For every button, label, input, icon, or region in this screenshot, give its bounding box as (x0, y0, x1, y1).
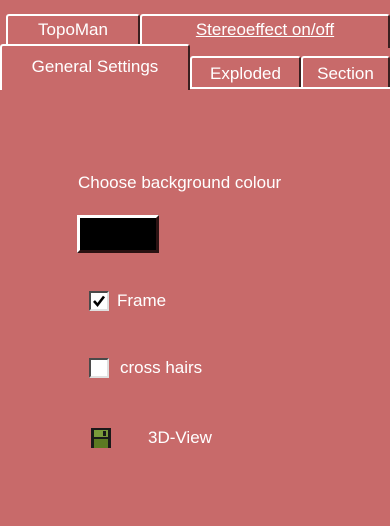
cross-hairs-label: cross hairs (120, 358, 203, 377)
tab-section-label: Section (317, 63, 374, 83)
settings-dialog: TopoMan Stereoeffect on/off General Sett… (0, 0, 390, 526)
tab-general-settings-label: General Settings (31, 57, 159, 76)
frame-checkbox[interactable] (89, 291, 109, 311)
panel-top-edge (190, 87, 390, 89)
background-colour-label: Choose background colour (78, 173, 282, 192)
checkmark-icon (93, 295, 106, 308)
tab-exploded-label: Exploded (210, 63, 281, 83)
tab-exploded[interactable]: Exploded (190, 56, 301, 88)
frame-label: Frame (117, 291, 167, 310)
tab-section[interactable]: Section (301, 56, 390, 88)
tab-general-settings[interactable]: General Settings (0, 44, 190, 90)
tab-stereoeffect-label: Stereoeffect on/off (195, 20, 335, 39)
floppy-disk-icon[interactable] (91, 428, 111, 448)
background-colour-button[interactable] (77, 215, 159, 253)
view-3d-label[interactable]: 3D-View (148, 428, 212, 448)
tab-topoman-label: TopoMan (38, 20, 108, 39)
tab-topoman[interactable]: TopoMan (6, 14, 140, 48)
tab-stereoeffect[interactable]: Stereoeffect on/off (140, 14, 390, 48)
cross-hairs-checkbox[interactable] (89, 358, 109, 378)
